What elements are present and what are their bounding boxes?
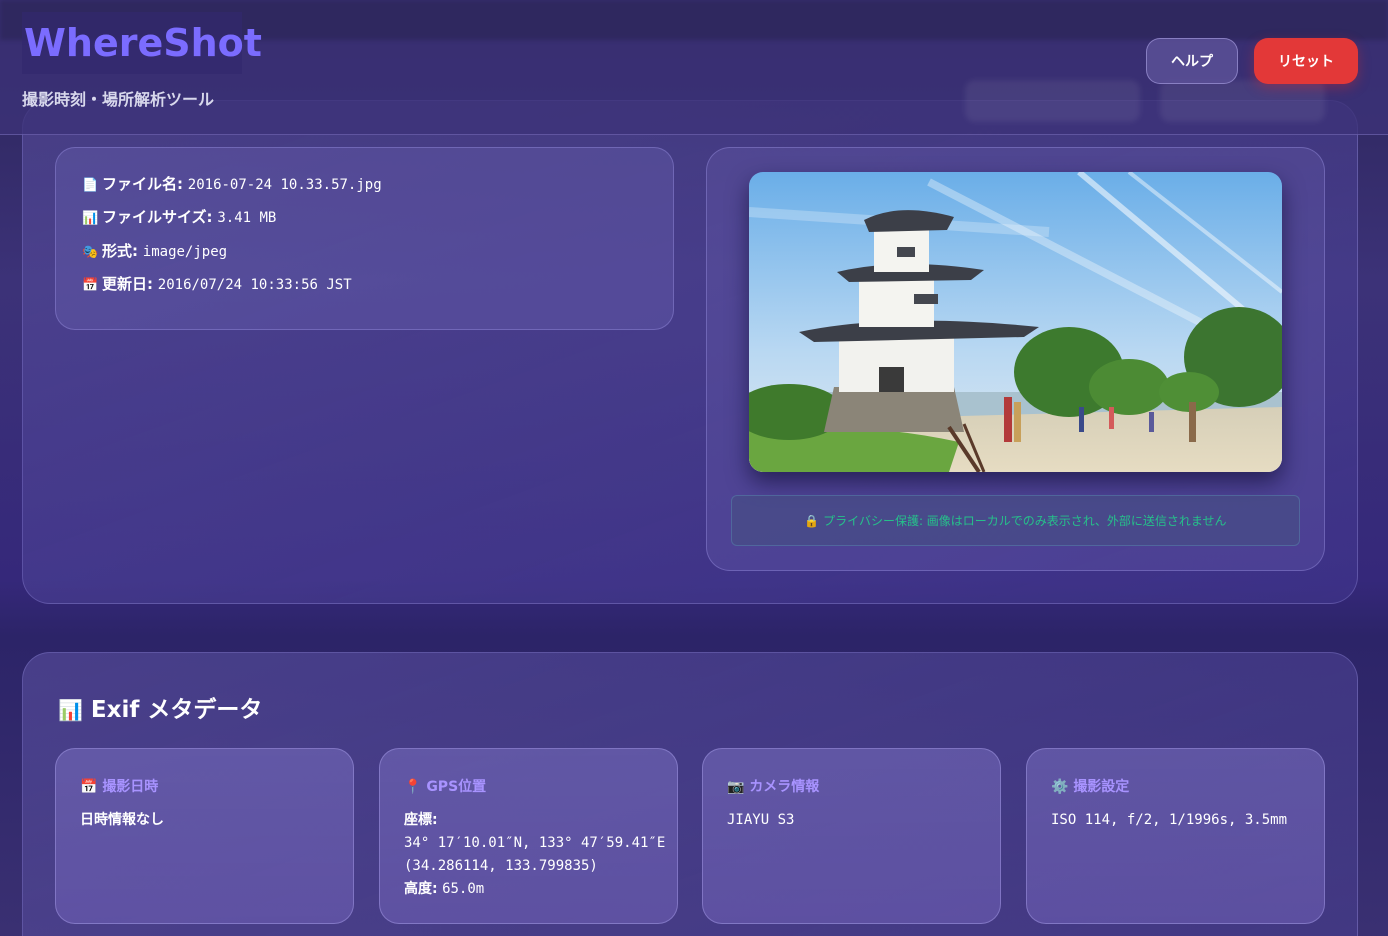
- app-logo: WhereShot: [22, 12, 262, 74]
- exif-card-gps: 📍 GPS位置 座標: 34° 17′10.01″N, 133° 47′59.4…: [379, 748, 678, 924]
- settings-value: ISO 114, f/2, 1/1996s, 3.5mm: [1051, 812, 1288, 828]
- pushpin-icon: 📍: [404, 779, 422, 795]
- blurred-ghost-button: [1160, 80, 1325, 122]
- file-info-card: 📄 ファイル名: 2016-07-24 10.33.57.jpg 📊 ファイルサイズ…: [55, 147, 674, 330]
- gps-coord-dms: 34° 17′10.01″N, 133° 47′59.41″E: [404, 835, 666, 851]
- datetime-value: 日時情報なし: [80, 812, 164, 828]
- privacy-notice: 🔒 プライバシー保護: 画像はローカルでのみ表示され、外部に送信されません: [731, 495, 1300, 546]
- exif-card-settings: ⚙️ 撮影設定 ISO 114, f/2, 1/1996s, 3.5mm: [1026, 748, 1325, 924]
- calendar-icon: 📅: [82, 278, 99, 293]
- exif-card-camera: 📷 カメラ情報 JIAYU S3: [702, 748, 1001, 924]
- reset-button[interactable]: リセット: [1254, 38, 1358, 84]
- file-modified-label: 更新日:: [102, 275, 153, 293]
- gear-icon: ⚙️: [1051, 779, 1069, 795]
- camera-value: JIAYU S3: [727, 812, 795, 828]
- datetime-header: 📅 撮影日時: [80, 776, 158, 796]
- gps-body: 座標: 34° 17′10.01″N, 133° 47′59.41″E (34.…: [404, 809, 665, 901]
- file-size-row: 📊 ファイルサイズ: 3.41 MB: [82, 206, 276, 227]
- file-name-label: ファイル名:: [102, 175, 183, 193]
- gps-altitude-row: 高度: 65.0m: [404, 878, 665, 901]
- gps-header-label: GPS位置: [426, 779, 487, 795]
- exif-title-text: Exif メタデータ: [90, 697, 263, 723]
- blurred-ghost-button: [965, 80, 1140, 122]
- file-format-row: 🎭 形式: image/jpeg: [82, 240, 227, 261]
- gps-coord-decimal: (34.286114, 133.799835): [404, 858, 598, 874]
- castle-photo-image: [749, 172, 1282, 472]
- bar-chart-icon: 📊: [82, 211, 99, 226]
- file-format-value: image/jpeg: [142, 244, 228, 260]
- file-format-label: 形式:: [102, 242, 138, 260]
- app-subtitle: 撮影時刻・場所解析ツール: [22, 90, 215, 109]
- camera-icon: 📷: [727, 779, 745, 795]
- theater-masks-icon: 🎭: [82, 245, 99, 260]
- gps-altitude-value: 65.0m: [442, 881, 485, 897]
- document-icon: 📄: [82, 178, 99, 193]
- exif-section-title: 📊 Exif メタデータ: [58, 690, 262, 724]
- file-size-value: 3.41 MB: [217, 210, 277, 226]
- app-header: WhereShot 撮影時刻・場所解析ツール ヘルプ リセット: [0, 0, 1388, 135]
- gps-header: 📍 GPS位置: [404, 776, 486, 796]
- gps-coord-label: 座標:: [404, 812, 438, 828]
- bar-chart-icon: 📊: [58, 698, 83, 722]
- photo-preview: [749, 172, 1282, 472]
- file-modified-row: 📅 更新日: 2016/07/24 10:33:56 JST: [82, 273, 352, 294]
- calendar-icon: 📅: [80, 779, 98, 795]
- file-size-label: ファイルサイズ:: [102, 208, 213, 226]
- file-name-value: 2016-07-24 10.33.57.jpg: [187, 177, 382, 193]
- camera-header: 📷 カメラ情報: [727, 776, 819, 796]
- gps-altitude-label: 高度:: [404, 881, 438, 897]
- settings-header-label: 撮影設定: [1073, 779, 1130, 795]
- datetime-header-label: 撮影日時: [102, 779, 159, 795]
- file-modified-value: 2016/07/24 10:33:56 JST: [157, 277, 352, 293]
- settings-header: ⚙️ 撮影設定: [1051, 776, 1129, 796]
- exif-card-datetime: 📅 撮影日時 日時情報なし: [55, 748, 354, 924]
- file-name-row: 📄 ファイル名: 2016-07-24 10.33.57.jpg: [82, 173, 382, 194]
- camera-header-label: カメラ情報: [749, 779, 820, 795]
- help-button[interactable]: ヘルプ: [1146, 38, 1238, 84]
